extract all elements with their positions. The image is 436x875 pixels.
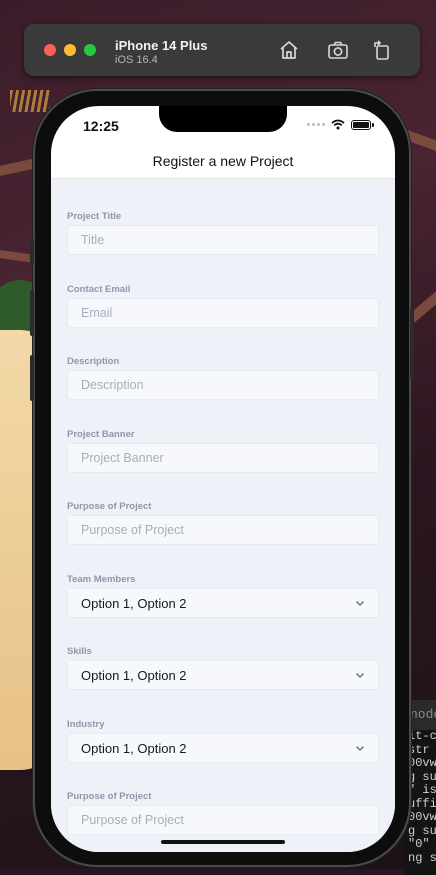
close-window-button[interactable] [44, 44, 56, 56]
contact-email-field: Contact Email Email [67, 284, 379, 328]
contact-email-input[interactable]: Email [67, 298, 379, 328]
field-label: Project Banner [67, 429, 135, 440]
camera-icon [328, 41, 348, 59]
project-title-input[interactable]: Title [67, 225, 379, 255]
description-field: Description Description [67, 356, 379, 400]
select-value: Option 1, Option 2 [81, 595, 187, 611]
team-members-select[interactable]: Option 1, Option 2 [67, 588, 379, 618]
purpose-field: Purpose of Project Purpose of Project [67, 501, 379, 545]
mute-switch [30, 238, 34, 264]
purpose-field-2: Purpose of Project Purpose of Project [67, 791, 379, 835]
chevron-down-icon [355, 672, 365, 679]
volume-down-button [30, 355, 34, 401]
home-indicator[interactable] [161, 840, 285, 844]
signal-icon [307, 123, 325, 126]
volume-up-button [30, 290, 34, 336]
field-label: Purpose of Project [67, 501, 152, 512]
select-value: Option 1, Option 2 [81, 740, 187, 756]
purpose-input-2[interactable]: Purpose of Project [67, 805, 379, 835]
select-value: Option 1, Option 2 [81, 667, 187, 683]
project-banner-input[interactable]: Project Banner [67, 443, 379, 473]
power-button [410, 308, 414, 380]
chevron-down-icon [355, 745, 365, 752]
screenshot-button[interactable] [326, 38, 350, 62]
home-icon [280, 41, 298, 59]
rotate-button[interactable] [370, 38, 394, 62]
industry-field: Industry Option 1, Option 2 [67, 719, 379, 763]
os-version: iOS 16.4 [115, 54, 158, 66]
rotate-icon [374, 40, 389, 60]
field-label: Description [67, 356, 120, 367]
field-label: Contact Email [67, 284, 131, 295]
skills-select[interactable]: Option 1, Option 2 [67, 660, 379, 690]
terminal-line: ng suffix [408, 850, 436, 865]
status-time: 12:25 [83, 118, 119, 134]
field-label: Skills [67, 646, 92, 657]
zoom-window-button[interactable] [84, 44, 96, 56]
field-label: Team Members [67, 574, 136, 585]
battery-icon [351, 119, 374, 130]
page-title: Register a new Project [152, 153, 294, 169]
wifi-icon [331, 119, 345, 130]
field-label: Project Title [67, 211, 122, 222]
phone-screen: 12:25 Register a new Project Project Tit… [51, 106, 395, 852]
registration-form[interactable]: Project Title Title Contact Email Email … [51, 179, 395, 852]
navigation-bar: Register a new Project [51, 148, 395, 179]
status-icons [307, 119, 374, 130]
field-label: Industry [67, 719, 105, 730]
simulator-toolbar: iPhone 14 Plus iOS 16.4 [24, 24, 420, 76]
team-members-field: Team Members Option 1, Option 2 [67, 574, 379, 618]
industry-select[interactable]: Option 1, Option 2 [67, 733, 379, 763]
description-input[interactable]: Description [67, 370, 379, 400]
field-label: Purpose of Project [67, 791, 152, 802]
project-banner-field: Project Banner Project Banner [67, 429, 379, 473]
skills-field: Skills Option 1, Option 2 [67, 646, 379, 690]
chevron-down-icon [355, 600, 365, 607]
project-title-field: Project Title Title [67, 211, 379, 255]
device-name: iPhone 14 Plus [115, 38, 208, 53]
minimize-window-button[interactable] [64, 44, 76, 56]
terminal-line: g su [408, 823, 436, 838]
terminal-line: "0" is [408, 837, 436, 851]
purpose-input[interactable]: Purpose of Project [67, 515, 379, 545]
dynamic-notch [159, 106, 287, 132]
home-button[interactable] [277, 38, 301, 62]
